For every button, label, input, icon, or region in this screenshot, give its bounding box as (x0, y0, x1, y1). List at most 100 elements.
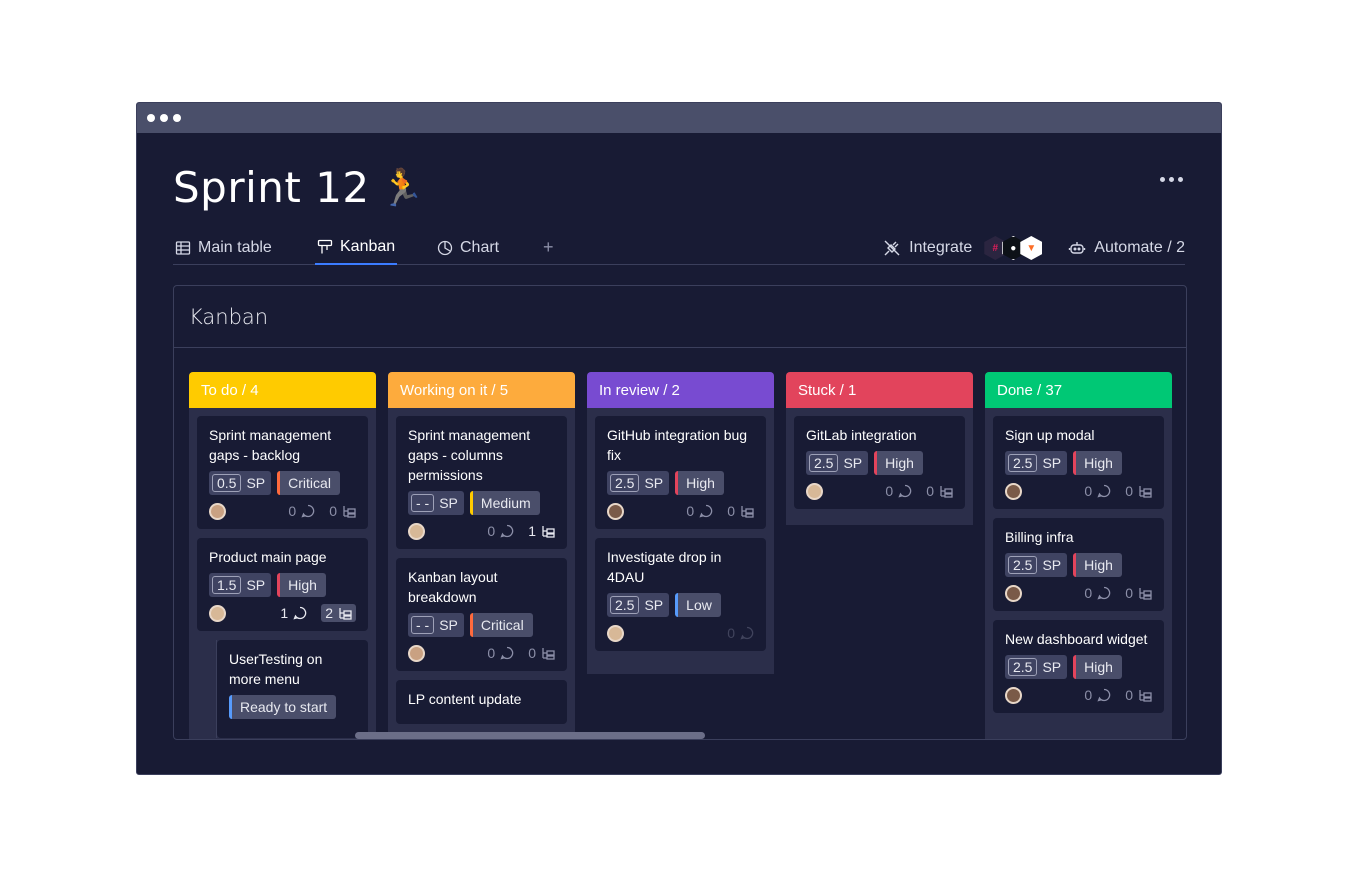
kanban-subcard[interactable]: UserTesting on more menu Ready to start (217, 640, 368, 738)
board-title[interactable]: Sprint 12 (173, 163, 370, 212)
comments-count[interactable]: 1 (280, 605, 307, 621)
tab-label: Main table (198, 239, 272, 256)
kanban-card[interactable]: Sprint management gaps - columns permiss… (396, 416, 567, 549)
integration-apps[interactable]: # ● ▼ (984, 236, 1043, 260)
card-title: GitHub integration bug fix (607, 427, 748, 463)
automate-label: Automate / 2 (1094, 239, 1185, 256)
subitems-icon (1139, 690, 1152, 702)
comment-icon (699, 504, 713, 518)
avatar[interactable] (1005, 482, 1022, 500)
story-points[interactable]: 2.5 SP (607, 471, 670, 495)
kanban-card[interactable]: LP content update (396, 680, 567, 724)
story-points[interactable]: 1.5 SP (209, 573, 272, 597)
robot-icon (1069, 242, 1086, 254)
kanban-card[interactable]: Product main page 1.5 SP High 1 2 (197, 538, 368, 631)
table-icon (175, 241, 191, 255)
comments-count[interactable]: 0 (885, 483, 912, 499)
window-control-dot[interactable] (147, 114, 155, 122)
priority-badge[interactable]: High (1073, 655, 1122, 679)
subitems-count[interactable]: 2 (321, 604, 356, 622)
column-header[interactable]: Working on it / 5 (388, 372, 575, 408)
subitems-count[interactable]: 0 (1125, 687, 1152, 703)
story-points[interactable]: 2.5 SP (1005, 655, 1068, 679)
subitems-count[interactable]: 0 (528, 645, 555, 661)
priority-badge[interactable]: Critical (469, 613, 533, 637)
subitems-count[interactable]: 0 (727, 503, 754, 519)
priority-badge[interactable]: High (1073, 451, 1122, 475)
avatar[interactable] (408, 522, 425, 540)
status-badge[interactable]: Ready to start (229, 695, 337, 719)
comment-icon (898, 484, 912, 498)
card-title: Sign up modal (1005, 427, 1095, 443)
column-header[interactable]: In review / 2 (587, 372, 774, 408)
comments-count[interactable]: 0 (1084, 483, 1111, 499)
subitems-count[interactable]: 0 (926, 483, 953, 499)
comments-count[interactable]: 0 (487, 523, 514, 539)
tab-main-table[interactable]: Main table (173, 231, 274, 265)
priority-badge[interactable]: High (874, 451, 923, 475)
avatar[interactable] (209, 604, 226, 622)
comment-icon (1097, 688, 1111, 702)
comments-count[interactable]: 0 (288, 503, 315, 519)
story-points[interactable]: 2.5 SP (607, 593, 670, 617)
view-tabs: Main table Kanban Chart + Integrate # ● … (173, 231, 1185, 265)
comments-count[interactable]: 0 (487, 645, 514, 661)
tab-chart[interactable]: Chart (435, 231, 501, 265)
comment-icon (500, 524, 514, 538)
kanban-card[interactable]: New dashboard widget 2.5 SP High 0 0 (993, 620, 1164, 713)
avatar[interactable] (1005, 584, 1022, 602)
comment-icon (500, 646, 514, 660)
automate-button[interactable]: Automate / 2 (1068, 239, 1185, 257)
priority-badge[interactable]: High (1073, 553, 1122, 577)
story-points[interactable]: - - SP (408, 613, 464, 637)
subitems-icon (1139, 486, 1152, 498)
kanban-card[interactable]: Billing infra 2.5 SP High 0 0 (993, 518, 1164, 611)
avatar[interactable] (607, 624, 624, 642)
kanban-card[interactable]: GitLab integration 2.5 SP High 0 0 (794, 416, 965, 509)
subitems-icon (1139, 588, 1152, 600)
window-control-dot[interactable] (160, 114, 168, 122)
subitems-icon (542, 526, 555, 538)
priority-badge[interactable]: Low (675, 593, 721, 617)
panel-title: Kanban (189, 304, 269, 329)
kanban-card[interactable]: Kanban layout breakdown - - SP Critical 0… (396, 558, 567, 671)
story-points[interactable]: 2.5 SP (806, 451, 869, 475)
avatar[interactable] (209, 502, 226, 520)
integrate-button[interactable]: Integrate (883, 239, 972, 257)
avatar[interactable] (607, 502, 624, 520)
column-header[interactable]: Done / 37 (985, 372, 1172, 408)
window-control-dot[interactable] (173, 114, 181, 122)
column-in-review: In review / 2 GitHub integration bug fix… (587, 372, 774, 674)
avatar[interactable] (806, 482, 823, 500)
comments-count[interactable]: 0 (686, 503, 713, 519)
comments-count[interactable]: 0 (1084, 585, 1111, 601)
comments-count[interactable]: 0 (727, 625, 754, 641)
subitems-count[interactable]: 0 (329, 503, 356, 519)
priority-badge[interactable]: High (277, 573, 326, 597)
comments-count[interactable]: 0 (1084, 687, 1111, 703)
kanban-card[interactable]: Sign up modal 2.5 SP High 0 0 (993, 416, 1164, 509)
more-options-button[interactable] (1160, 177, 1183, 182)
column-header[interactable]: Stuck / 1 (786, 372, 973, 408)
story-points[interactable]: 2.5 SP (1005, 553, 1068, 577)
priority-badge[interactable]: High (675, 471, 724, 495)
column-working-on-it: Working on it / 5 Sprint management gaps… (388, 372, 575, 739)
subitems-count[interactable]: 1 (528, 523, 555, 539)
column-header[interactable]: To do / 4 (189, 372, 376, 408)
horizontal-scrollbar[interactable] (355, 732, 705, 739)
comment-icon (1097, 484, 1111, 498)
tab-kanban[interactable]: Kanban (315, 231, 398, 265)
kanban-card[interactable]: GitHub integration bug fix 2.5 SP High 0 … (595, 416, 766, 529)
kanban-card[interactable]: Investigate drop in 4DAU 2.5 SP Low 0 (595, 538, 766, 651)
avatar[interactable] (1005, 686, 1022, 704)
priority-badge[interactable]: Medium (469, 491, 540, 515)
story-points[interactable]: 0.5 SP (209, 471, 272, 495)
kanban-card[interactable]: Sprint management gaps - backlog 0.5 SP C… (197, 416, 368, 529)
story-points[interactable]: - - SP (408, 491, 464, 515)
avatar[interactable] (408, 644, 425, 662)
priority-badge[interactable]: Critical (277, 471, 340, 495)
subitems-count[interactable]: 0 (1125, 585, 1152, 601)
add-view-button[interactable]: + (543, 237, 554, 258)
subitems-count[interactable]: 0 (1125, 483, 1152, 499)
story-points[interactable]: 2.5 SP (1005, 451, 1068, 475)
